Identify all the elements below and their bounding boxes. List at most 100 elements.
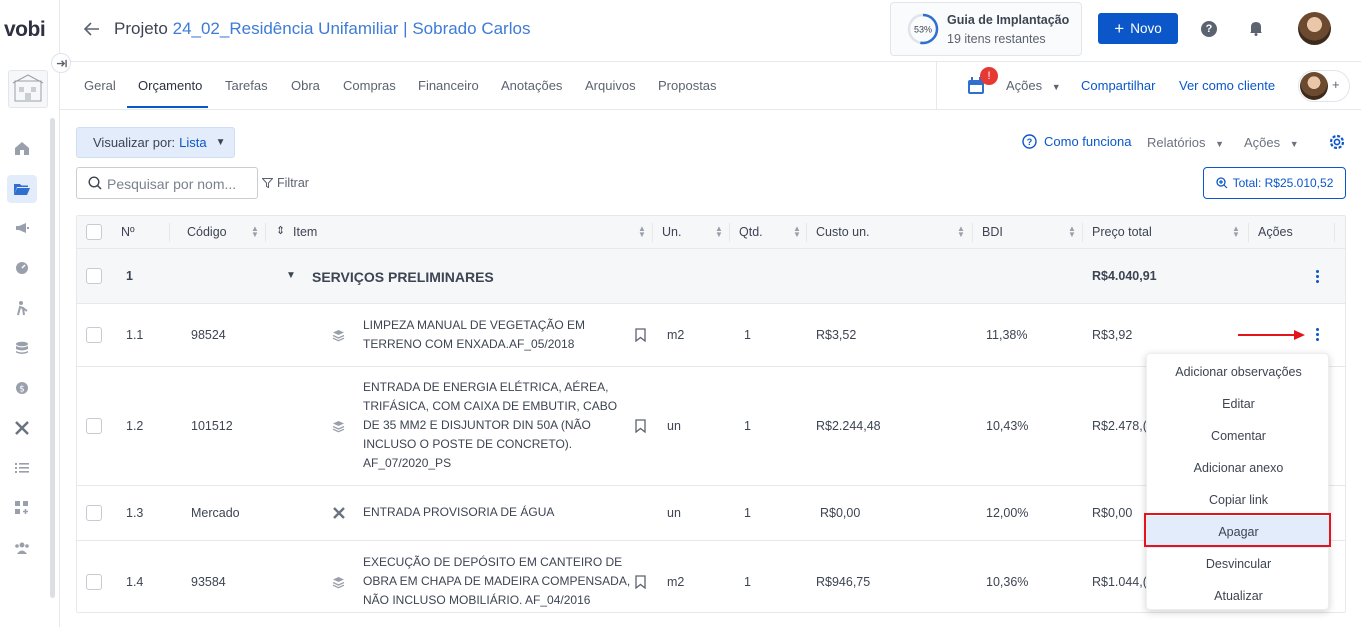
user-avatar[interactable] (1298, 12, 1331, 45)
item-description[interactable]: ENTRADA PROVISORIA DE ÁGUA (363, 503, 631, 522)
bookmark-icon[interactable] (635, 575, 646, 589)
back-button[interactable] (83, 20, 100, 41)
view-as-client-link[interactable]: Ver como cliente (1179, 78, 1275, 93)
item-description[interactable]: ENTRADA DE ENERGIA ELÉTRICA, AÉREA, TRIF… (363, 378, 631, 473)
view-by-dropdown[interactable]: Visualizar por: Lista ▼ (76, 127, 235, 158)
item-description[interactable]: EXECUÇÃO DE DEPÓSITO EM CANTEIRO DE OBRA… (363, 553, 631, 610)
menu-item-update[interactable]: Atualizar (1147, 580, 1330, 612)
item-unit-cost[interactable]: R$946,75 (816, 575, 870, 589)
sidebar-collapse-button[interactable] (51, 53, 71, 73)
implementation-guide[interactable]: 53% Guia de Implantação 19 itens restant… (890, 2, 1082, 56)
company-logo[interactable] (8, 70, 48, 108)
menu-item-copy-link[interactable]: Copiar link (1147, 484, 1330, 516)
tab-tarefas[interactable]: Tarefas (225, 78, 268, 93)
sidebar-scrollbar[interactable] (50, 118, 55, 598)
tab-geral[interactable]: Geral (84, 78, 116, 93)
row-checkbox[interactable] (86, 574, 102, 590)
row-checkbox[interactable] (86, 505, 102, 521)
item-bdi[interactable]: 12,00% (986, 506, 1028, 520)
project-name[interactable]: 24_02_Residência Unifamiliar | Sobrado C… (173, 19, 531, 38)
col-code[interactable]: Código (187, 225, 227, 239)
bookmark-icon[interactable] (635, 419, 646, 433)
item-quantity[interactable]: 1 (744, 506, 751, 520)
caret-down-icon[interactable]: ▼ (286, 270, 296, 281)
tab-financeiro[interactable]: Financeiro (418, 78, 479, 93)
total-button[interactable]: Total: R$25.010,52 (1203, 167, 1346, 199)
search-input[interactable] (107, 174, 253, 194)
sidebar-item-list[interactable] (11, 457, 33, 479)
item-total: R$0,00 (1092, 506, 1133, 520)
sidebar-item-marketing[interactable] (11, 217, 33, 239)
sort-icon[interactable]: ▲ ▼ (957, 225, 965, 239)
item-bdi[interactable]: 11,38% (986, 328, 1027, 342)
item-bdi[interactable]: 10,43% (986, 419, 1028, 433)
bookmark-icon[interactable] (635, 328, 646, 342)
new-button[interactable]: + Novo (1098, 13, 1178, 44)
sidebar-item-users[interactable] (11, 537, 33, 559)
sidebar-item-dashboard[interactable] (11, 257, 33, 279)
item-quantity[interactable]: 1 (744, 575, 751, 589)
row-checkbox[interactable] (86, 418, 102, 434)
bell-icon[interactable] (1249, 20, 1263, 39)
tab-obra[interactable]: Obra (291, 78, 320, 93)
item-quantity[interactable]: 1 (744, 328, 751, 342)
sidebar-item-home[interactable] (11, 137, 33, 159)
col-total-price[interactable]: Preço total (1092, 225, 1152, 239)
select-all-checkbox[interactable] (86, 224, 102, 240)
item-unit-cost[interactable]: R$3,52 (816, 328, 856, 342)
col-quantity[interactable]: Qtd. (739, 225, 763, 239)
menu-item-comment[interactable]: Comentar (1147, 420, 1330, 452)
item-quantity[interactable]: 1 (744, 419, 751, 433)
actions-dropdown[interactable]: Ações ▼ (1244, 135, 1299, 150)
col-number[interactable]: Nº (121, 225, 135, 239)
expand-collapse-icon[interactable]: ⇕ (276, 224, 285, 237)
col-unit-cost[interactable]: Custo un. (816, 225, 870, 239)
sort-icon[interactable]: ▲ ▼ (1232, 225, 1240, 239)
add-member-plus: + (1332, 77, 1340, 92)
tab-arquivos[interactable]: Arquivos (585, 78, 636, 93)
add-member-button[interactable]: + (1298, 70, 1350, 102)
menu-item-edit[interactable]: Editar (1147, 388, 1330, 420)
sidebar-item-workforce[interactable] (11, 297, 33, 319)
search-field[interactable] (76, 167, 258, 199)
how-it-works-link[interactable]: ? Como funciona (1022, 134, 1131, 149)
gear-icon[interactable] (1328, 133, 1346, 154)
tab-actions-dropdown[interactable]: Ações ▼ (1006, 78, 1061, 93)
sort-icon[interactable]: ▲ ▼ (1068, 225, 1076, 239)
item-description[interactable]: LIMPEZA MANUAL DE VEGETAÇÃO EM TERRENO C… (363, 316, 631, 354)
tab-anotacoes[interactable]: Anotações (501, 78, 562, 93)
menu-item-unlink[interactable]: Desvincular (1147, 548, 1330, 580)
menu-item-add-attachment[interactable]: Adicionar anexo (1147, 452, 1330, 484)
sidebar-item-apps[interactable] (11, 497, 33, 519)
sidebar-item-finance[interactable]: $ (11, 377, 33, 399)
share-link[interactable]: Compartilhar (1081, 78, 1155, 93)
sidebar-item-tools[interactable] (11, 417, 33, 439)
row-checkbox[interactable] (86, 268, 102, 284)
sort-icon[interactable]: ▲ ▼ (715, 225, 723, 239)
col-item[interactable]: Item (293, 225, 317, 239)
group-total: R$4.040,91 (1092, 269, 1157, 283)
column-separator (652, 223, 653, 242)
reports-dropdown[interactable]: Relatórios ▼ (1147, 135, 1224, 150)
tab-orcamento[interactable]: Orçamento (138, 78, 202, 93)
col-unit[interactable]: Un. (662, 225, 681, 239)
item-bdi[interactable]: 10,36% (986, 575, 1028, 589)
row-menu-icon[interactable] (1314, 328, 1320, 341)
sidebar-item-projects[interactable] (7, 175, 37, 203)
col-bdi[interactable]: BDI (982, 225, 1003, 239)
app-logo[interactable]: vobi (4, 18, 46, 42)
row-checkbox[interactable] (86, 327, 102, 343)
menu-item-add-notes[interactable]: Adicionar observações (1147, 356, 1330, 388)
sort-icon[interactable]: ▲ ▼ (638, 225, 646, 239)
tab-compras[interactable]: Compras (343, 78, 396, 93)
sidebar-item-database[interactable] (11, 337, 33, 359)
tab-propostas[interactable]: Propostas (658, 78, 717, 93)
filter-button[interactable]: Filtrar (262, 176, 309, 190)
sort-icon[interactable]: ▲ ▼ (793, 225, 801, 239)
question-circle-icon[interactable]: ? (1201, 21, 1217, 37)
item-unit-cost[interactable]: R$0,00 (820, 506, 860, 520)
group-title[interactable]: SERVIÇOS PRELIMINARES (312, 269, 494, 285)
group-menu-icon[interactable] (1314, 270, 1320, 283)
sort-icon[interactable]: ▲ ▼ (251, 225, 259, 239)
item-unit-cost[interactable]: R$2.244,48 (816, 419, 881, 433)
